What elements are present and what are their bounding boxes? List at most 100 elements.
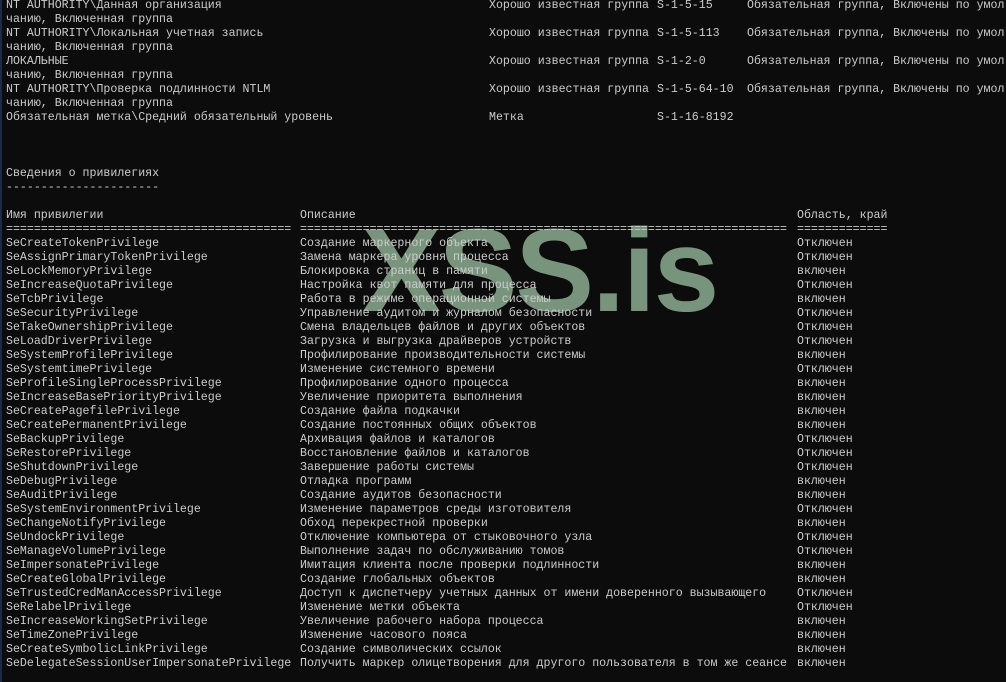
privilege-state: Отключен [797,503,853,516]
privilege-name: SeProfileSingleProcessPrivilege [6,377,222,390]
group-name: ЛОКАЛЬНЫЕ [6,55,69,68]
group-attributes: Обязательная группа, Включены по умол [747,83,1005,96]
privilege-description: Создание маркерного объекта [300,237,488,250]
privilege-state: включен [797,643,846,656]
privilege-name: SeRestorePrivilege [6,447,132,460]
privilege-name: SeDelegateSessionUserImpersonatePrivileg… [6,657,292,670]
privilege-name: SeIncreaseWorkingSetPrivilege [6,615,208,628]
privilege-description: Создание файла подкачки [300,405,461,418]
privilege-state: включен [797,405,846,418]
privilege-description: Выполнение задач по обслуживанию томов [300,545,565,558]
privilege-description: Смена владельцев файлов и других объекто… [300,321,586,334]
column-header-name: Имя привилегии [6,209,104,222]
privilege-description: Работа в режиме операционной системы [300,293,551,306]
privilege-state: Отключен [797,531,853,544]
privilege-description: Управление аудитом и журналом безопаснос… [300,307,593,320]
group-name: NT AUTHORITY\Локальная учетная запись [6,27,264,40]
privilege-name: SeIncreaseBasePriorityPrivilege [6,391,222,404]
privilege-name: SeTcbPrivilege [6,293,104,306]
group-attributes-continued: чанию, Включенная группа [6,69,173,82]
section-underline: ---------------------- [6,181,160,194]
group-type: Хорошо известная группа [489,55,650,68]
column-header-state: Область, край [797,209,888,222]
privilege-name: SeChangeNotifyPrivilege [6,517,167,530]
privilege-state: включен [797,657,846,670]
privilege-state: Отключен [797,251,853,264]
privilege-description: Загрузка и выгрузка драйверов устройств [300,335,572,348]
privilege-state: Отключен [797,545,853,558]
group-type: Хорошо известная группа [489,83,650,96]
privilege-state: Отключен [797,237,853,250]
privilege-state: Отключен [797,279,853,292]
privilege-description: Создание постоянных общих объектов [300,419,537,432]
privilege-state: включен [797,489,846,502]
group-sid: S-1-5-15 [657,0,713,12]
privilege-description: Архивация файлов и каталогов [300,433,495,446]
privilege-state: Отключен [797,447,853,460]
privilege-name: SeSystemEnvironmentPrivilege [6,503,201,516]
privilege-description: Настройка квот памяти для процесса [300,279,537,292]
separator: ========================================… [6,223,292,236]
privilege-state: включен [797,419,846,432]
group-name: NT AUTHORITY\Данная организация [6,0,222,12]
group-attributes: Обязательная группа, Включены по умол [747,55,1005,68]
privilege-name: SeSecurityPrivilege [6,307,139,320]
privilege-name: SeCreateSymbolicLinkPrivilege [6,643,208,656]
privilege-description: Изменение системного времени [300,363,495,376]
privilege-description: Увеличение приоритета выполнения [300,391,523,404]
privilege-state: Отключен [797,587,853,600]
privilege-description: Блокировка страниц в памяти [300,265,488,278]
privilege-state: Отключен [797,601,853,614]
group-sid: S-1-5-64-10 [657,83,734,96]
privilege-name: SeLockMemoryPrivilege [6,265,153,278]
privilege-state: Отключен [797,307,853,320]
privilege-name: SeAuditPrivilege [6,489,118,502]
group-name: NT AUTHORITY\Проверка подлинности NTLM [6,83,271,96]
group-sid: S-1-16-8192 [657,111,734,124]
privilege-name: SeLoadDriverPrivilege [6,335,153,348]
section-title: Сведения о привилегиях [6,167,160,180]
privilege-state: включен [797,573,846,586]
privilege-state: Отключен [797,433,853,446]
group-name: Обязательная метка\Средний обязательный … [6,111,333,124]
group-sid: S-1-5-113 [657,27,720,40]
column-header-description: Описание [300,209,356,222]
privilege-description: Изменение параметров среды изготовителя [300,503,572,516]
privilege-state: включен [797,377,846,390]
privilege-description: Профилирование одного процесса [300,377,509,390]
privilege-description: Отладка программ [300,475,412,488]
privilege-name: SeCreateTokenPrivilege [6,237,160,250]
privilege-name: SeDebugPrivilege [6,475,118,488]
privilege-description: Создание аудитов безопасности [300,489,502,502]
privilege-description: Замена маркера уровня процесса [300,251,509,264]
privilege-state: включен [797,391,846,404]
privilege-description: Профилирование производительности систем… [300,349,586,362]
privilege-name: SeCreatePermanentPrivilege [6,419,187,432]
privilege-name: SeTrustedCredManAccessPrivilege [6,587,222,600]
privilege-state: включен [797,517,846,530]
privilege-name: SeTakeOwnershipPrivilege [6,321,173,334]
privilege-state: включен [797,265,846,278]
privilege-description: Создание символических ссылок [300,643,502,656]
privilege-description: Увеличение рабочего набора процесса [300,615,544,628]
group-sid: S-1-2-0 [657,55,706,68]
privilege-description: Восстановление файлов и каталогов [300,447,530,460]
privilege-name: SeTimeZonePrivilege [6,629,139,642]
privilege-description: Создание глобальных объектов [300,573,495,586]
privilege-name: SeSystemProfilePrivilege [6,349,173,362]
privilege-description: Обход перекрестной проверки [300,517,488,530]
privilege-state: Отключен [797,335,853,348]
privilege-name: SeUndockPrivilege [6,531,125,544]
privilege-state: Отключен [797,363,853,376]
privilege-name: SeBackupPrivilege [6,433,125,446]
privilege-name: SeIncreaseQuotaPrivilege [6,279,173,292]
privilege-description: Изменение часового пояса [300,629,467,642]
privilege-state: включен [797,475,846,488]
privilege-state: включен [797,293,846,306]
privilege-state: включен [797,559,846,572]
privilege-name: SeCreatePagefilePrivilege [6,405,180,418]
group-attributes-continued: чанию, Включенная группа [6,97,173,110]
separator: ========================================… [300,223,788,236]
privilege-description: Завершение работы системы [300,461,474,474]
privilege-description: Доступ к диспетчеру учетных данных от им… [300,587,767,600]
